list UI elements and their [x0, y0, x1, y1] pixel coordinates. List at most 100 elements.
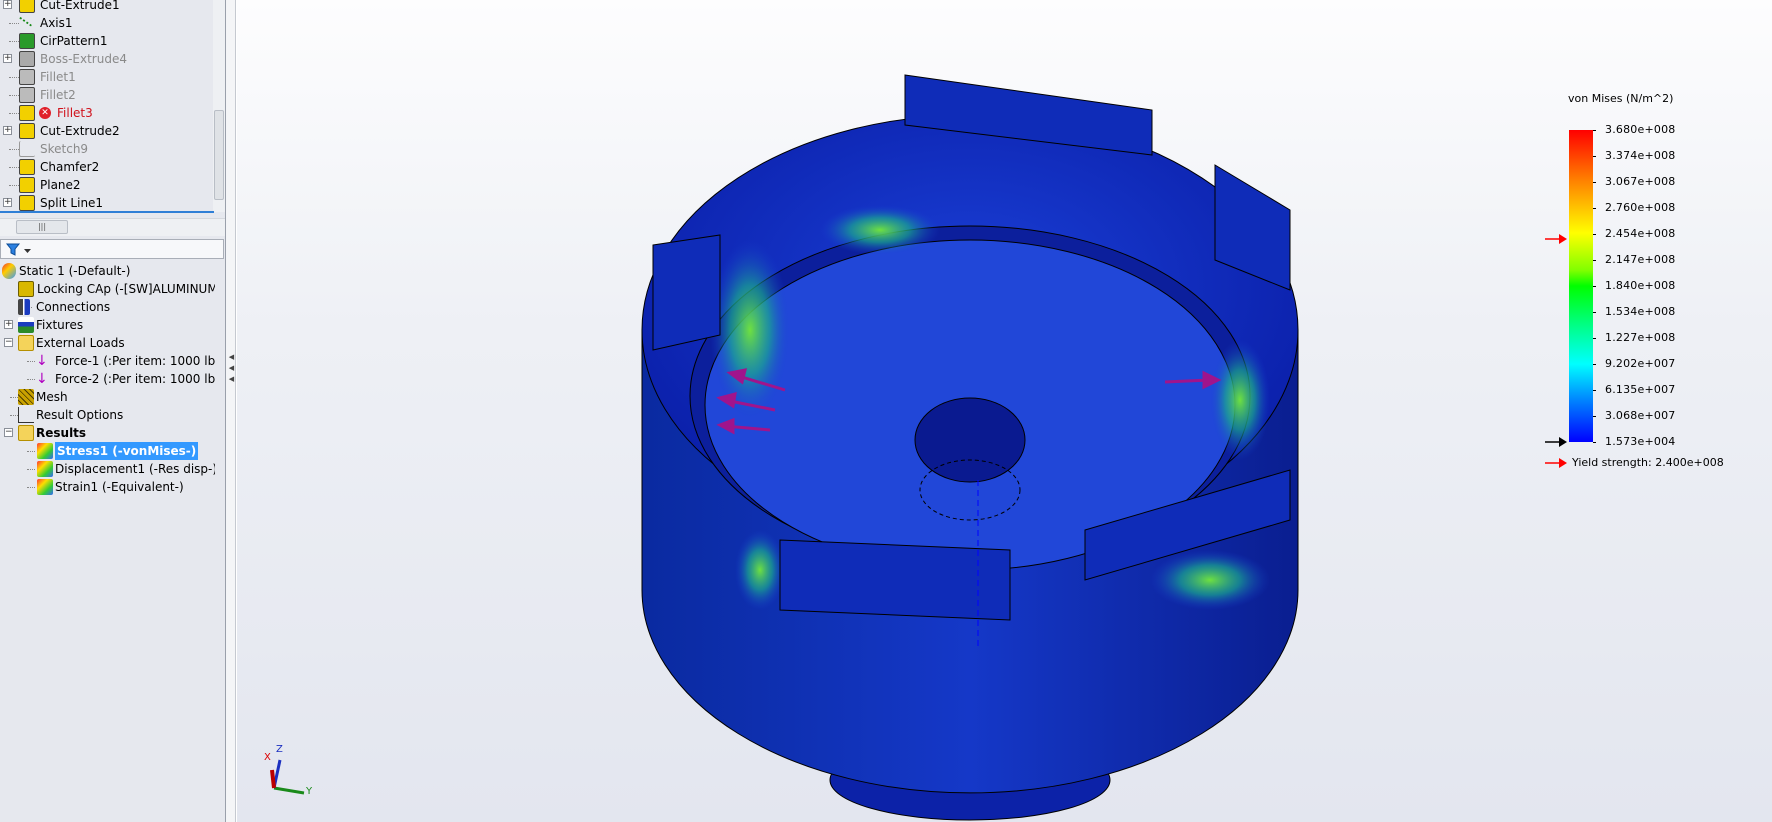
- yield-marker-arrow-icon: [1545, 233, 1567, 244]
- legend-tick-label: 2.454e+008: [1605, 227, 1676, 240]
- feature-item[interactable]: + Cut-Extrude1: [0, 0, 215, 14]
- feature-tree: + Cut-Extrude1 Axis1 CirPattern1 + Boss-Extru…: [0, 0, 215, 212]
- results-label: Results: [36, 426, 87, 440]
- mesh-part-icon: [18, 281, 34, 297]
- feature-item[interactable]: Chamfer2: [0, 158, 215, 176]
- feature-label: Axis1: [40, 16, 73, 30]
- result-options-label: Result Options: [36, 408, 124, 422]
- stress-result-item[interactable]: Stress1 (-vonMises-): [0, 442, 215, 460]
- legend-tick-label: 1.227e+008: [1605, 331, 1676, 344]
- collapse-toggle[interactable]: −: [4, 428, 13, 437]
- stress-legend[interactable]: von Mises (N/m^2) 3.680e+008 3.374e+008 3.…: [1530, 80, 1772, 480]
- connections-item[interactable]: Connections: [0, 298, 215, 316]
- part-item[interactable]: Locking CAp (-[SW]ALUMINUM ALLOY: [0, 280, 215, 298]
- feature-label: Fillet1: [40, 70, 76, 84]
- plane-icon: [19, 177, 35, 193]
- feature-item[interactable]: + Split Line1: [0, 194, 215, 212]
- collapse-panel-arrows[interactable]: ◀ ◀ ◀: [227, 352, 236, 390]
- displacement-result-item[interactable]: Displacement1 (-Res disp-): [0, 460, 215, 478]
- coordinate-triad: Z X Y: [262, 744, 322, 800]
- expand-toggle[interactable]: +: [3, 0, 12, 9]
- legend-tick: [1593, 312, 1596, 313]
- expand-toggle[interactable]: +: [3, 198, 12, 207]
- expand-toggle[interactable]: +: [4, 320, 13, 329]
- triad-z-label: Z: [276, 744, 283, 755]
- legend-tick: [1593, 338, 1596, 339]
- displacement-plot-icon: [37, 461, 53, 477]
- fixtures-label: Fixtures: [36, 318, 84, 332]
- displacement-label: Displacement1 (-Res disp-): [55, 462, 215, 476]
- triad-x-label: X: [264, 752, 271, 763]
- legend-tick-label: 3.374e+008: [1605, 149, 1676, 162]
- result-options-icon: [18, 407, 34, 423]
- chamfer-icon: [19, 159, 35, 175]
- legend-tick: [1593, 130, 1596, 131]
- feature-label: Split Line1: [40, 196, 104, 210]
- part-label: Locking CAp (-[SW]ALUMINUM ALLOY: [37, 282, 215, 296]
- feature-item[interactable]: ✕ Fillet3: [0, 104, 215, 122]
- result-options-item[interactable]: Result Options: [0, 406, 215, 424]
- circular-pattern-icon: [19, 33, 35, 49]
- study-item[interactable]: Static 1 (-Default-): [0, 262, 215, 280]
- feature-item[interactable]: + Boss-Extrude4: [0, 50, 215, 68]
- fixtures-item[interactable]: + Fixtures: [0, 316, 215, 334]
- legend-tick-label: 6.135e+007: [1605, 383, 1676, 396]
- external-loads-item[interactable]: − External Loads: [0, 334, 215, 352]
- yield-strength-label: Yield strength: 2.400e+008: [1572, 456, 1724, 469]
- feature-label: Boss-Extrude4: [40, 52, 127, 66]
- simulation-study-tree: Static 1 (-Default-) Locking CAp (-[SW]A…: [0, 262, 215, 496]
- feature-label: Cut-Extrude2: [40, 124, 120, 138]
- legend-tick: [1593, 260, 1596, 261]
- mesh-label: Mesh: [36, 390, 68, 404]
- feature-label: Chamfer2: [40, 160, 100, 174]
- strain-result-item[interactable]: Strain1 (-Equivalent-): [0, 478, 215, 496]
- filter-icon[interactable]: [5, 241, 35, 259]
- feature-label: Fillet2: [40, 88, 76, 102]
- force-icon: ↓: [36, 371, 48, 387]
- legend-tick: [1593, 286, 1596, 287]
- legend-tick: [1593, 364, 1596, 365]
- cut-extrude-icon: [19, 0, 35, 13]
- feature-item[interactable]: Fillet1: [0, 68, 215, 86]
- legend-tick-label: 3.680e+008: [1605, 123, 1676, 136]
- horizontal-scroll-thumb[interactable]: |||: [16, 220, 68, 234]
- color-scale-bar: [1569, 130, 1593, 442]
- collapse-toggle[interactable]: −: [4, 338, 13, 347]
- strain-plot-icon: [37, 479, 53, 495]
- legend-tick: [1593, 390, 1596, 391]
- results-folder-item[interactable]: − Results: [0, 424, 215, 442]
- mesh-item[interactable]: Mesh: [0, 388, 215, 406]
- expand-toggle[interactable]: +: [3, 54, 12, 63]
- panel-splitter[interactable]: [226, 0, 236, 822]
- feature-item[interactable]: + Cut-Extrude2: [0, 122, 215, 140]
- legend-tick-label: 3.068e+007: [1605, 409, 1676, 422]
- feature-item[interactable]: Fillet2: [0, 86, 215, 104]
- legend-tick-label: 1.534e+008: [1605, 305, 1676, 318]
- force-1-item[interactable]: ↓ Force-1 (:Per item: 1000 lbf:): [0, 352, 215, 370]
- stress-plot-icon: [37, 443, 53, 459]
- rollback-bar[interactable]: [0, 211, 214, 213]
- feature-label: Sketch9: [40, 142, 89, 156]
- external-loads-label: External Loads: [36, 336, 125, 350]
- force-2-item[interactable]: ↓ Force-2 (:Per item: 1000 lbf:): [0, 370, 215, 388]
- vertical-scroll-thumb[interactable]: [214, 110, 224, 200]
- feature-label: Fillet3: [57, 106, 93, 120]
- force-1-label: Force-1 (:Per item: 1000 lbf:): [55, 354, 215, 368]
- legend-tick-label: 2.760e+008: [1605, 201, 1676, 214]
- legend-title: von Mises (N/m^2): [1568, 92, 1674, 105]
- fillet-icon: [19, 87, 35, 103]
- feature-item[interactable]: CirPattern1: [0, 32, 215, 50]
- expand-toggle[interactable]: +: [3, 126, 12, 135]
- feature-item[interactable]: Axis1: [0, 14, 215, 32]
- filter-bar[interactable]: [0, 239, 224, 259]
- legend-tick-label: 1.573e+004: [1605, 435, 1676, 448]
- error-icon: ✕: [39, 107, 51, 119]
- min-marker-arrow-icon: [1545, 437, 1567, 447]
- legend-tick: [1593, 416, 1596, 417]
- legend-tick-label: 1.840e+008: [1605, 279, 1676, 292]
- feature-item[interactable]: Plane2: [0, 176, 215, 194]
- feature-label: CirPattern1: [40, 34, 108, 48]
- legend-tick: [1593, 208, 1596, 209]
- feature-item[interactable]: Sketch9: [0, 140, 215, 158]
- legend-tick: [1593, 156, 1596, 157]
